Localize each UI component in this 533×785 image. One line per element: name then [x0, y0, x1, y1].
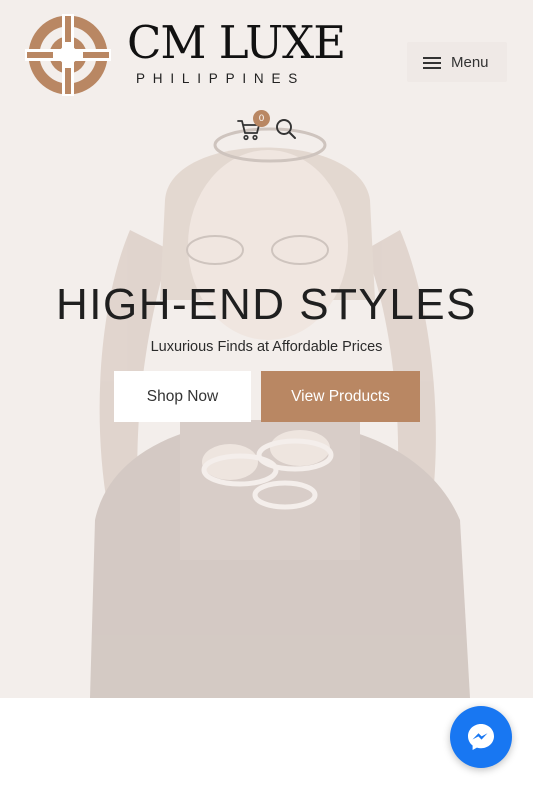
view-products-button[interactable]: View Products: [261, 371, 420, 422]
shop-now-button[interactable]: Shop Now: [114, 371, 251, 422]
hamburger-icon: [423, 57, 441, 69]
hero-title: HIGH-END STYLES: [55, 280, 477, 329]
hero-subtitle: Luxurious Finds at Affordable Prices: [150, 339, 383, 355]
messenger-chat-button[interactable]: [450, 706, 512, 768]
brand-logo-icon[interactable]: [25, 14, 111, 96]
brand-subtitle: PHILIPPINES: [136, 71, 306, 86]
search-icon[interactable]: [275, 118, 297, 140]
menu-button[interactable]: Menu: [407, 42, 507, 82]
messenger-icon: [468, 724, 494, 750]
cart-count-badge: 0: [253, 110, 270, 127]
site-header: CM LUXE PHILIPPINES Menu 0: [0, 0, 533, 150]
brand-name[interactable]: CM LUXE: [127, 18, 346, 68]
menu-label: Menu: [451, 54, 489, 71]
